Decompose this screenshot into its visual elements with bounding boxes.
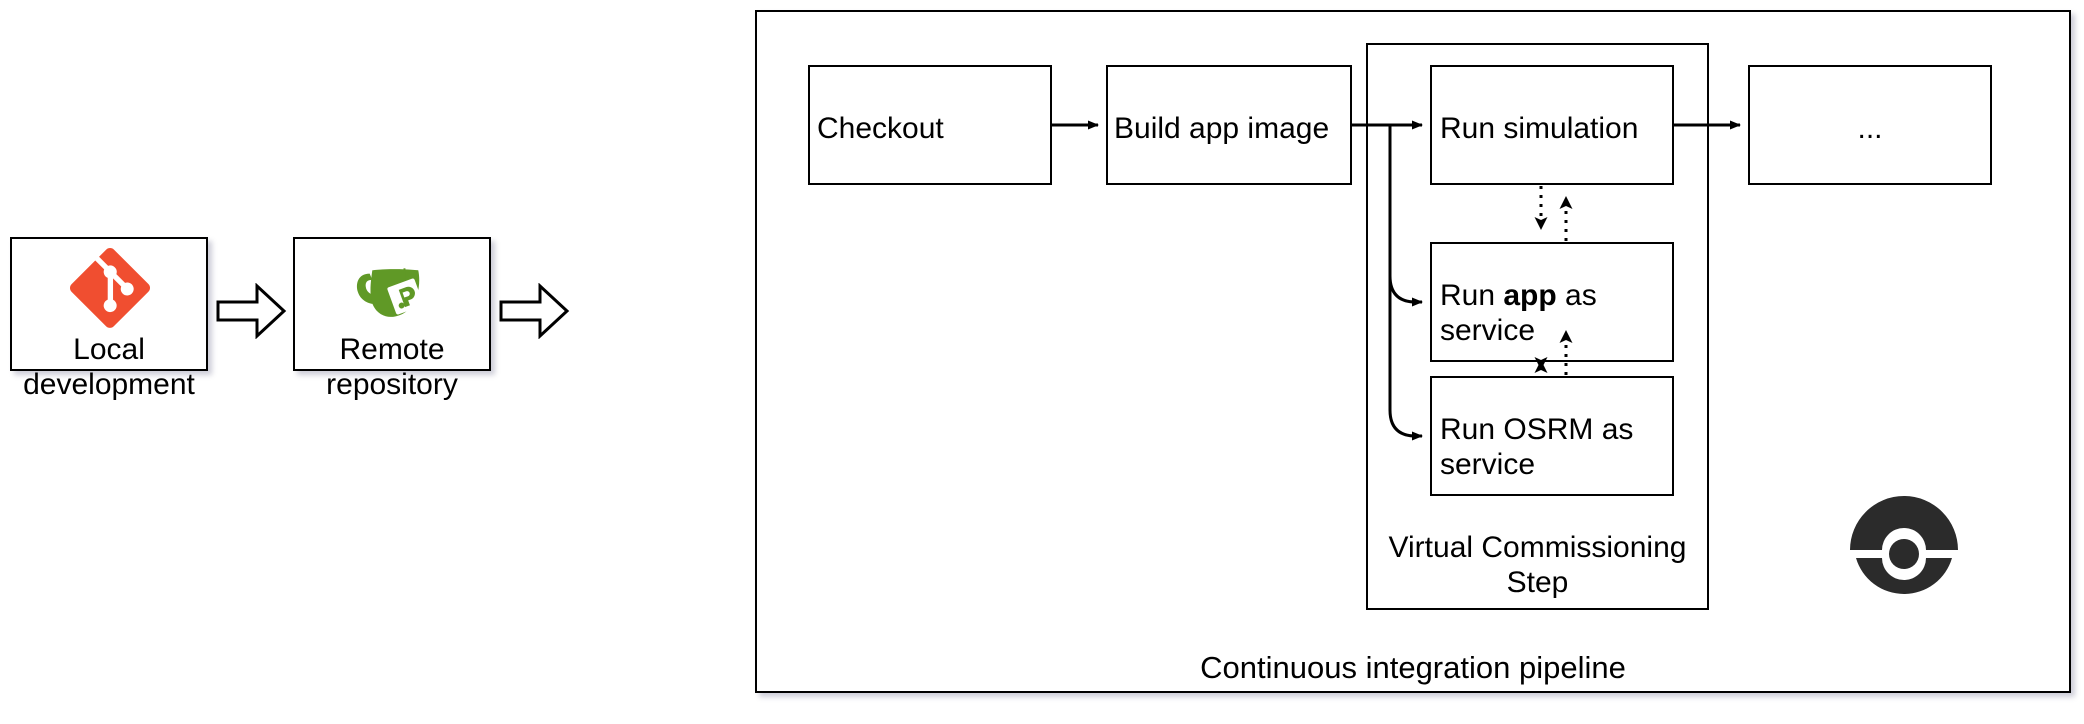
vc-step-run-osrm-as-service-label: Run OSRM as service xyxy=(1440,413,1634,482)
run-app-bold: app xyxy=(1503,279,1557,312)
pipeline-step-ellipsis-label: ... xyxy=(1857,112,1883,145)
git-icon xyxy=(70,248,150,328)
drone-ci-logo xyxy=(1842,492,1966,608)
block-arrow-right-icon xyxy=(215,282,287,340)
pipeline-step-checkout-label: Checkout xyxy=(817,112,944,145)
pipeline-caption: Continuous integration pipeline xyxy=(1200,650,1626,685)
vc-step-run-app-as-service-label: Run app as service xyxy=(1440,278,1678,349)
vc-step-run-simulation-label: Run simulation xyxy=(1440,112,1639,145)
block-arrow-right-icon xyxy=(498,282,570,340)
stage-local-development-label: Local development xyxy=(23,333,195,402)
virtual-commissioning-step-caption: Virtual Commissioning Step xyxy=(1388,531,1687,600)
diagram-canvas: Local development Remote repository Cont… xyxy=(0,0,2084,724)
pipeline-step-build-app-image-label: Build app image xyxy=(1114,112,1330,145)
run-app-prefix: Run xyxy=(1440,279,1504,312)
stage-remote-repository-label: Remote repository xyxy=(326,333,458,402)
gitea-icon xyxy=(350,246,434,330)
